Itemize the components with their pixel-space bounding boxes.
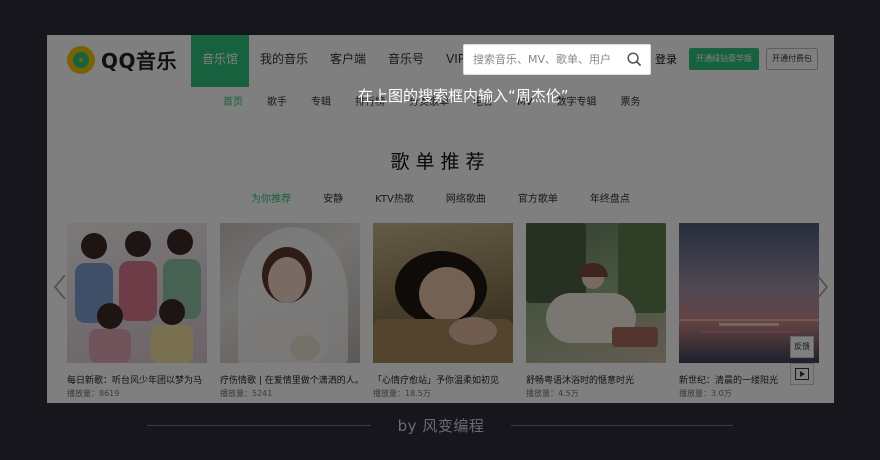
playlist-title[interactable]: 疗伤情歌 | 在爱情里做个潇洒的人。 xyxy=(220,373,360,386)
tab-year-end[interactable]: 年终盘点 xyxy=(574,190,646,205)
playlist-card[interactable]: 「心情疗愈站」予你温柔如初见 播放量：18.5万 xyxy=(373,223,513,399)
playlist-card[interactable]: 舒畅粤语沐浴时的惬意时光 播放量：4.5万 xyxy=(526,223,666,399)
playlist-play-count: 播放量：3.0万 xyxy=(679,389,732,398)
tab-official[interactable]: 官方歌单 xyxy=(502,190,574,205)
playlist-cards: 每日新歌：听台风少年团以梦为马 播放量：8619 疗伤情歌 | 在爱情里做个潇洒… xyxy=(67,223,819,399)
playlist-cover-image[interactable] xyxy=(526,223,666,363)
footer-divider-left xyxy=(147,425,371,426)
playlist-cover-image[interactable] xyxy=(220,223,360,363)
subnav-item-home[interactable]: 首页 xyxy=(211,93,255,113)
qq-music-screenshot: QQ音乐 音乐馆 我的音乐 客户端 音乐号 VIP 登录 开通绿钻豪华版 开通付… xyxy=(47,35,834,403)
footer-divider-right xyxy=(511,425,733,426)
footer: by 风变编程 xyxy=(0,415,880,435)
section-title: 歌单推荐 xyxy=(390,151,491,173)
subnav-item-singers[interactable]: 歌手 xyxy=(255,93,299,113)
playlist-title[interactable]: 「心情疗愈站」予你温柔如初见 xyxy=(373,373,513,386)
search-input[interactable] xyxy=(464,45,624,74)
subnav-item-albums[interactable]: 专辑 xyxy=(299,93,343,113)
playlist-card[interactable]: 疗伤情歌 | 在爱情里做个潇洒的人。 播放量：5241 xyxy=(220,223,360,399)
search-box[interactable] xyxy=(463,44,651,75)
playlist-cover-image[interactable] xyxy=(67,223,207,363)
tab-recommended[interactable]: 为你推荐 xyxy=(235,190,307,205)
play-icon xyxy=(795,368,809,380)
playlist-play-count: 播放量：5241 xyxy=(220,389,273,398)
tutorial-stage: QQ音乐 音乐馆 我的音乐 客户端 音乐号 VIP 登录 开通绿钻豪华版 开通付… xyxy=(0,0,880,460)
search-icon[interactable] xyxy=(627,52,642,67)
playlist-play-count: 播放量：4.5万 xyxy=(526,389,579,398)
open-paid-package-button[interactable]: 开通付费包 xyxy=(766,48,818,70)
play-video-button[interactable] xyxy=(790,363,814,385)
logo[interactable]: QQ音乐 xyxy=(67,45,177,74)
carousel-prev-icon[interactable] xyxy=(53,273,67,301)
playlist-card[interactable]: 每日新歌：听台风少年团以梦为马 播放量：8619 xyxy=(67,223,207,399)
main-nav: 音乐馆 我的音乐 客户端 音乐号 VIP xyxy=(191,35,476,87)
carousel-next-icon[interactable] xyxy=(815,273,829,301)
logo-text: QQ音乐 xyxy=(101,49,178,73)
tutorial-instruction: 在上图的搜索框内输入“周杰伦” xyxy=(358,87,569,105)
playlist-title[interactable]: 每日新歌：听台风少年团以梦为马 xyxy=(67,373,207,386)
nav-item-client[interactable]: 客户端 xyxy=(319,35,377,87)
playlist-play-count: 播放量：18.5万 xyxy=(373,389,431,398)
nav-item-my-music[interactable]: 我的音乐 xyxy=(249,35,319,87)
tab-ktv[interactable]: KTV热歌 xyxy=(359,190,430,205)
playlist-title[interactable]: 舒畅粤语沐浴时的惬意时光 xyxy=(526,373,666,386)
playlist-play-count: 播放量：8619 xyxy=(67,389,120,398)
open-green-diamond-button[interactable]: 开通绿钻豪华版 xyxy=(689,48,759,70)
playlist-tabs: 为你推荐 安静 KTV热歌 网络歌曲 官方歌单 年终盘点 xyxy=(47,190,834,205)
playlist-cover-image[interactable] xyxy=(373,223,513,363)
tab-internet-songs[interactable]: 网络歌曲 xyxy=(430,190,502,205)
subnav-item-tickets[interactable]: 票务 xyxy=(608,93,652,113)
top-navigation-bar: QQ音乐 音乐馆 我的音乐 客户端 音乐号 VIP 登录 开通绿钻豪华版 开通付… xyxy=(47,35,834,87)
footer-credit: by 风变编程 xyxy=(397,417,485,435)
qq-music-logo-icon xyxy=(67,45,95,74)
nav-item-music-account[interactable]: 音乐号 xyxy=(377,35,435,87)
nav-item-music-hall[interactable]: 音乐馆 xyxy=(191,35,250,87)
tab-quiet[interactable]: 安静 xyxy=(307,190,359,205)
feedback-button[interactable]: 反馈 xyxy=(790,336,814,358)
login-link[interactable]: 登录 xyxy=(655,51,677,67)
